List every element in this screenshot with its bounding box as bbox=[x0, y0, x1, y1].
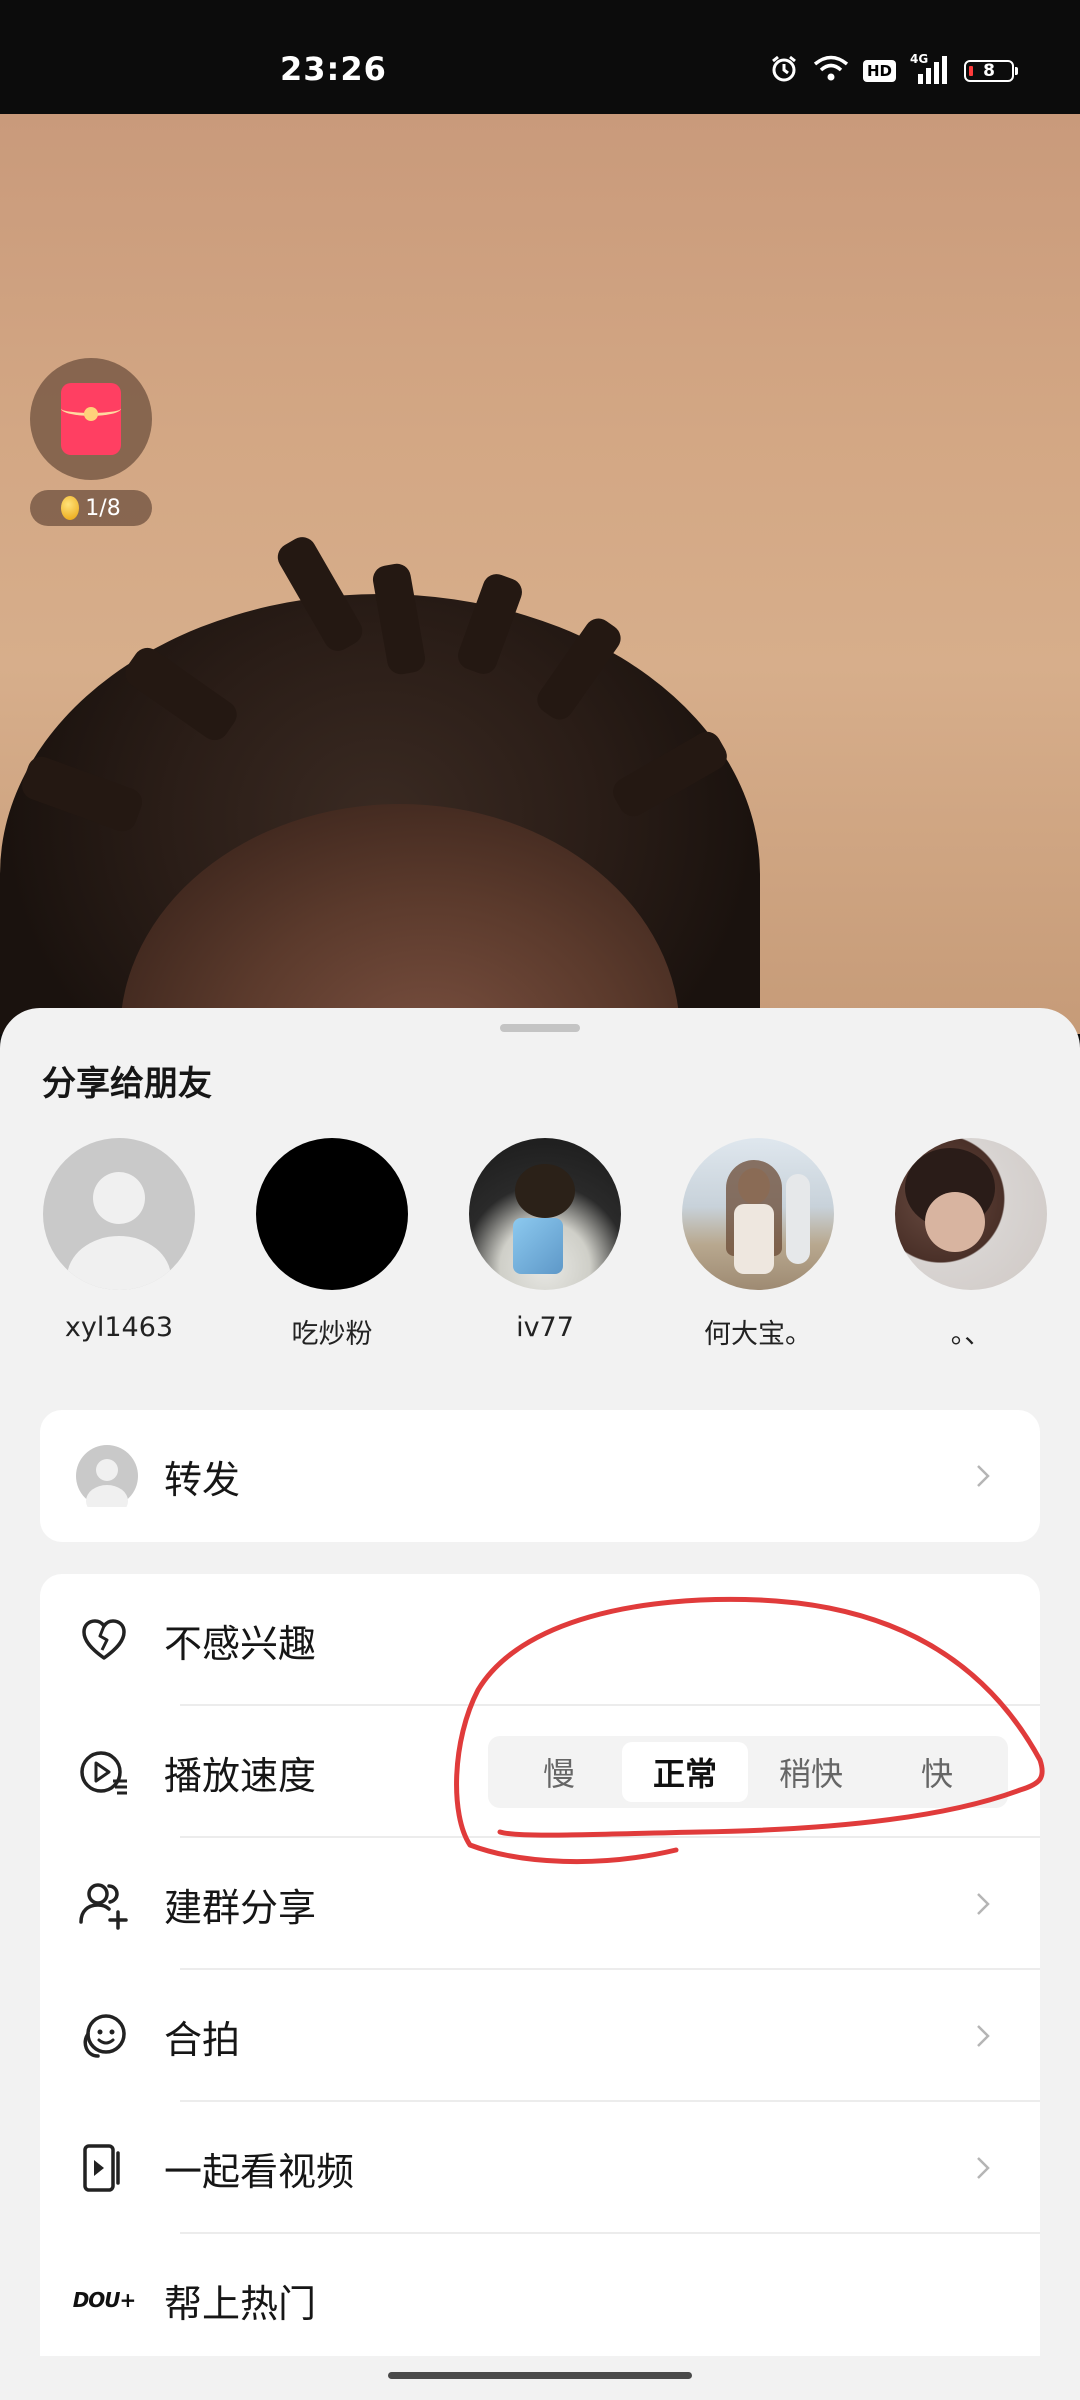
broken-heart-icon bbox=[78, 1614, 130, 1666]
duet-icon bbox=[78, 2010, 130, 2062]
group-share-row[interactable]: 建群分享 bbox=[40, 1838, 1040, 1970]
forward-avatar-icon bbox=[76, 1445, 138, 1507]
duet-row[interactable]: 合拍 bbox=[40, 1970, 1040, 2102]
speed-selector: 慢 正常 稍快 快 bbox=[488, 1736, 1008, 1808]
watch-together-label: 一起看视频 bbox=[164, 2149, 355, 2194]
playback-speed-icon bbox=[78, 1746, 130, 1798]
video-player[interactable]: 1/8 bbox=[0, 114, 1080, 1034]
dou-plus-label: 帮上热门 bbox=[164, 2281, 317, 2326]
avatar-photo-detail bbox=[515, 1164, 575, 1218]
screen: 23:26 HD 4G 8 1/8 分享给朋友 xyl1463 吃炒粉 iv77… bbox=[0, 0, 1080, 2400]
share-sheet: 分享给朋友 xyl1463 吃炒粉 iv77 何大宝。 。、 转发 不感兴趣 播… bbox=[0, 1008, 1080, 2400]
watch-together-icon bbox=[78, 2142, 130, 2194]
avatar-photo-detail bbox=[925, 1192, 985, 1252]
avatar-photo-detail bbox=[786, 1174, 810, 1264]
red-packet-counter-text: 1/8 bbox=[85, 495, 121, 521]
status-icons: HD 4G 8 bbox=[769, 52, 1018, 88]
group-share-label: 建群分享 bbox=[164, 1885, 317, 1930]
friend-name: xyl1463 bbox=[64, 1312, 174, 1343]
friend-name: iv77 bbox=[516, 1312, 574, 1343]
dou-plus-logo: DOU+ bbox=[72, 2288, 137, 2312]
sheet-grabber[interactable] bbox=[500, 1024, 580, 1032]
friend-name: 吃炒粉 bbox=[291, 1319, 373, 1350]
default-avatar-icon bbox=[43, 1138, 195, 1290]
avatar bbox=[682, 1138, 834, 1290]
friend-item[interactable]: xyl1463 bbox=[24, 1138, 214, 1343]
group-add-icon bbox=[78, 1878, 130, 1930]
status-bar: 23:26 HD 4G 8 bbox=[0, 0, 1080, 114]
speed-option-normal[interactable]: 正常 bbox=[622, 1742, 748, 1802]
wifi-icon bbox=[813, 55, 849, 87]
friend-name: 何大宝。 bbox=[704, 1319, 812, 1350]
watch-together-row[interactable]: 一起看视频 bbox=[40, 2102, 1040, 2234]
actions-card: 不感兴趣 播放速度 慢 正常 稍快 快 建群分享 合拍 一起看视频 DOU+ 帮… bbox=[40, 1574, 1040, 2400]
avatar bbox=[895, 1138, 1047, 1290]
speed-option-slow[interactable]: 慢 bbox=[496, 1742, 622, 1802]
chevron-right-icon bbox=[977, 2157, 990, 2179]
friend-item[interactable]: iv77 bbox=[450, 1138, 640, 1343]
chevron-right-icon bbox=[977, 2025, 990, 2047]
speed-option-slightly-fast[interactable]: 稍快 bbox=[748, 1742, 874, 1802]
friends-row: xyl1463 吃炒粉 iv77 何大宝。 。、 bbox=[0, 1138, 1080, 1358]
chevron-right-icon bbox=[977, 1465, 990, 1487]
speed-option-fast[interactable]: 快 bbox=[874, 1742, 1000, 1802]
friend-item[interactable]: 何大宝。 bbox=[663, 1138, 853, 1351]
signal-4g-icon: 4G bbox=[910, 52, 950, 86]
dou-plus-row[interactable]: DOU+ 帮上热门 bbox=[40, 2234, 1040, 2366]
avatar-photo-detail bbox=[513, 1218, 563, 1274]
coin-icon bbox=[61, 496, 80, 520]
avatar bbox=[256, 1138, 408, 1290]
red-packet-button[interactable] bbox=[30, 358, 152, 480]
not-interested-label: 不感兴趣 bbox=[164, 1621, 317, 1666]
home-indicator[interactable] bbox=[388, 2372, 692, 2379]
status-time: 23:26 bbox=[280, 50, 387, 88]
sheet-title: 分享给朋友 bbox=[42, 1064, 212, 1104]
playback-speed-row: 播放速度 慢 正常 稍快 快 bbox=[40, 1706, 1040, 1838]
battery-icon: 8 bbox=[964, 60, 1018, 82]
chevron-right-icon bbox=[977, 1893, 990, 1915]
duet-label: 合拍 bbox=[164, 2017, 241, 2062]
friend-item[interactable]: 。、 bbox=[876, 1138, 1066, 1351]
red-packet-counter: 1/8 bbox=[30, 490, 152, 526]
red-packet-icon bbox=[61, 383, 121, 455]
forward-label: 转发 bbox=[164, 1457, 241, 1502]
not-interested-row[interactable]: 不感兴趣 bbox=[40, 1574, 1040, 1706]
avatar-photo-detail bbox=[734, 1204, 774, 1274]
playback-speed-label: 播放速度 bbox=[164, 1753, 317, 1798]
dou-plus-icon: DOU+ bbox=[72, 2274, 137, 2326]
forward-row[interactable]: 转发 bbox=[40, 1410, 1040, 1542]
alarm-icon bbox=[769, 54, 799, 88]
friend-name: 。、 bbox=[950, 1319, 992, 1350]
friend-item[interactable]: 吃炒粉 bbox=[237, 1138, 427, 1351]
forward-card: 转发 bbox=[40, 1410, 1040, 1542]
hd-icon: HD bbox=[862, 60, 896, 82]
avatar bbox=[469, 1138, 621, 1290]
